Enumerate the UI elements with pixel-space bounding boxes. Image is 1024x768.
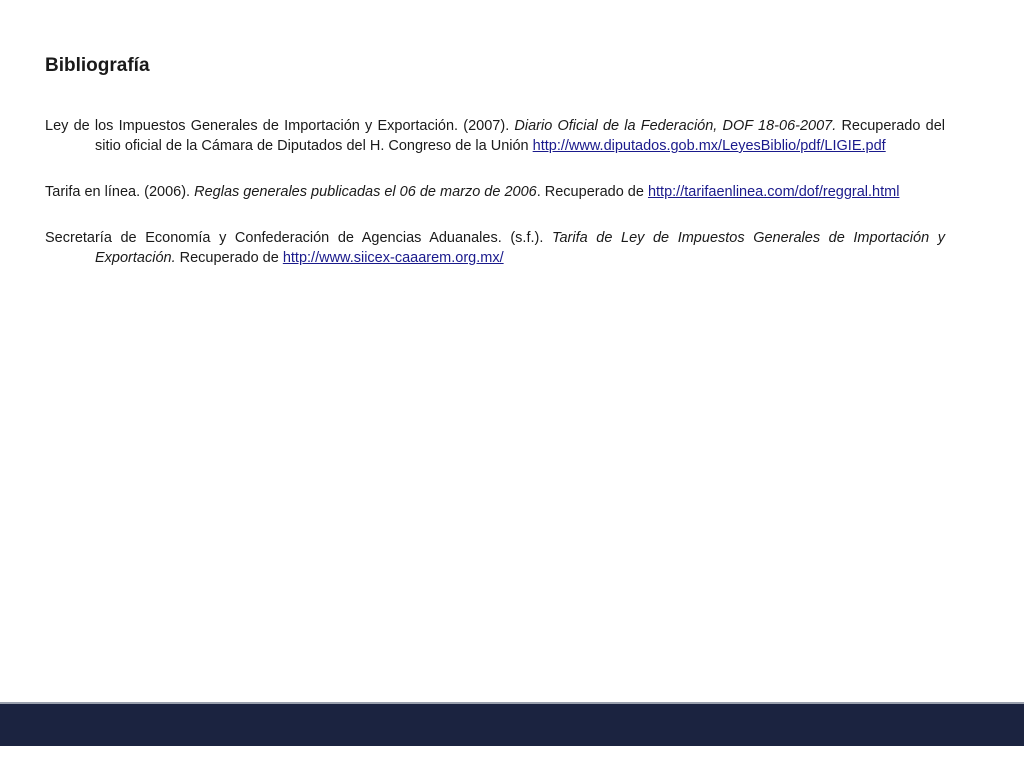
reference-text: Secretaría de Economía y Confederación d… <box>45 230 552 246</box>
reference-text: . Recuperado de <box>536 184 648 200</box>
bibliography-list: Ley de los Impuestos Generales de Import… <box>45 116 945 294</box>
reference-item: Tarifa en línea. (2006). Reglas generale… <box>45 182 945 202</box>
reference-text: Recuperado de <box>175 250 283 266</box>
reference-link[interactable]: http://tarifaenlinea.com/dof/reggral.htm… <box>648 184 899 200</box>
reference-text: Ley de los Impuestos Generales de Import… <box>45 118 515 134</box>
reference-item: Secretaría de Economía y Confederación d… <box>45 228 945 268</box>
slide: Bibliografía Ley de los Impuestos Genera… <box>0 0 1024 768</box>
reference-link[interactable]: http://www.siicex-caaarem.org.mx/ <box>283 250 504 266</box>
reference-italic-title: Reglas generales publicadas el 06 de mar… <box>194 184 537 200</box>
reference-item: Ley de los Impuestos Generales de Import… <box>45 116 945 156</box>
footer-bar <box>0 702 1024 746</box>
reference-italic-title: Diario Oficial de la Federación, DOF 18-… <box>514 118 837 134</box>
reference-text: Tarifa en línea. (2006). <box>45 184 195 200</box>
page-title: Bibliografía <box>45 55 150 76</box>
reference-link[interactable]: http://www.diputados.gob.mx/LeyesBiblio/… <box>533 138 886 154</box>
